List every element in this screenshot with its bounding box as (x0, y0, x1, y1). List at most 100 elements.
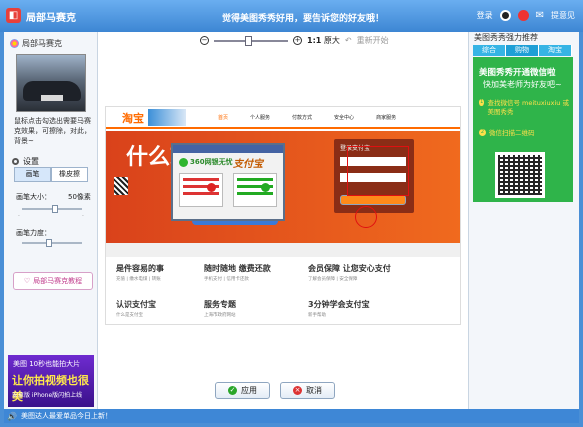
tool-tabs: 画笔 橡皮擦 (14, 167, 88, 182)
zoom-in-icon[interactable]: + (293, 36, 302, 45)
real-site-pane (233, 173, 277, 207)
title-actions: 登录 ✉ 提意见 (477, 10, 575, 21)
step-text: 微信扫描二维码 (489, 129, 535, 137)
promo-step: 1 查找微信号 meituxiuxiu 或 美图秀秀 (479, 99, 573, 117)
brush-strength-label: 画笔力度： (16, 229, 51, 237)
status-bar[interactable]: 🔊 美图达人最爱单品今日上新！ (4, 409, 579, 423)
site-nav-item: 首页 (218, 115, 229, 121)
panel-header: 局部马赛克 (10, 38, 62, 49)
check-icon: ✓ (228, 386, 237, 395)
speaker-icon: 🔊 (7, 411, 17, 421)
wechat-promo[interactable]: 美图秀秀开通微信啦 快加美老师为好友吧~ 1 查找微信号 meituxiuxiu … (473, 57, 573, 202)
step-text: 查找微信号 meituxiuxiu 或 美图秀秀 (487, 99, 569, 116)
site-nav-item: 付款方式 (292, 115, 313, 121)
security-dialog-image: 360网银无忧 支付宝 (171, 143, 285, 221)
wechat-qr-code (495, 152, 545, 198)
ad-line-3: 安卓版 iPhone版闪拍上线 (12, 392, 83, 399)
status-text: 美图达人最爱单品今日上新！ (20, 412, 112, 420)
reset-button[interactable]: 重新开始 (357, 35, 389, 46)
feature-item: 认识支付宝什么是支付宝 (116, 299, 156, 318)
close-icon: × (293, 386, 302, 395)
site-nav-item: 商家服务 (376, 115, 397, 121)
tab-general[interactable]: 综合 (473, 45, 506, 56)
feature-item: 3分钟学会支付宝 新手帮助 (308, 299, 370, 318)
actual-size-label: 原大 (323, 36, 340, 45)
feature-sub: 手机支付 | 信用卡还款 (204, 277, 249, 282)
promo-text[interactable]: 觉得美图秀秀好用，要告诉您的好友哦！ (222, 11, 384, 24)
brush-size-knob[interactable] (52, 205, 58, 213)
qr-code-icon (114, 177, 128, 195)
brush-size-label: 画笔大小： (16, 193, 51, 201)
tab-eraser[interactable]: 橡皮擦 (51, 167, 88, 182)
site-nav: 淘宝 首页 个人服务 付款方式 安全中心 商家服务 (106, 107, 460, 129)
ad-line-2: 让你拍视频也很美 (12, 374, 89, 403)
feature-item: 是件容易的事 充值 | 缴水电煤 | 转账 (116, 263, 164, 282)
brush-cursor (355, 206, 377, 228)
alipay-logo: 支付宝 (233, 159, 263, 170)
fake-site-pane (179, 173, 223, 207)
mosaic-selection-box (347, 146, 409, 196)
feedback-icon: ✉ (535, 10, 544, 21)
ad-line-1: 美图 10秒也能拍大片 (13, 360, 81, 368)
apply-label: 应用 (241, 386, 257, 395)
promo-title: 美图秀秀开通微信啦 (479, 68, 556, 78)
badge-360: 360网银无忧 (179, 157, 233, 167)
feature-title: 是件容易的事 (116, 264, 164, 273)
tutorial-button[interactable]: ♡ 局部马赛克教程 (13, 272, 93, 290)
tab-taobao[interactable]: 淘宝 (539, 45, 572, 56)
divider-strip (106, 243, 460, 257)
site-banner-image (148, 109, 186, 126)
flower-icon (10, 39, 19, 48)
step-number-icon: 2 (479, 129, 486, 136)
site-nav-item: 安全中心 (334, 115, 355, 121)
actual-size-ratio: 1:1 (307, 36, 322, 45)
canvas-toolbar: − + 1:1 原大 ↶ 重新开始 (200, 35, 389, 46)
shield-icon (179, 157, 188, 167)
actual-size-button[interactable]: 1:1 原大 (307, 35, 340, 46)
dialog-bar (173, 145, 283, 153)
feature-title: 认识支付宝 (116, 300, 156, 309)
weibo-icon[interactable] (517, 10, 529, 21)
zoom-slider[interactable] (214, 35, 288, 46)
feedback-link[interactable]: 提意见 (551, 10, 575, 21)
brush-size-slider[interactable] (22, 205, 82, 213)
gear-icon (12, 158, 19, 165)
image-canvas[interactable]: 淘宝 首页 个人服务 付款方式 安全中心 商家服务 什么就有什么 360网银无忧… (99, 50, 467, 385)
brush-size-value: 50像素 (68, 193, 91, 201)
window-title: 局部马赛克 (26, 13, 76, 24)
site-logo: 淘宝 (122, 112, 144, 125)
feature-item: 服务专题 上海市政府网站 (204, 299, 236, 318)
tutorial-label: 局部马赛克教程 (33, 277, 83, 285)
main-client: 局部马赛克 鼠标点击勾选出需要马赛克效果，可擦除，对此，背景~ 设置 画笔 橡皮… (4, 32, 579, 409)
apply-button[interactable]: ✓ 应用 (215, 382, 270, 399)
ad-banner[interactable]: 美图 10秒也能拍大片 让你拍视频也很美 安卓版 iPhone版闪拍上线 (8, 355, 94, 407)
app-logo-icon: ◧ (6, 8, 21, 23)
tab-shopping[interactable]: 购物 (506, 45, 539, 56)
tab-brush[interactable]: 画笔 (14, 167, 51, 182)
promo-subtitle: 快加美老师为好友吧~ (483, 80, 562, 89)
reset-icon: ↶ (344, 36, 352, 45)
feature-sub: 什么是支付宝 (116, 313, 143, 318)
effect-preview-thumbnail (16, 54, 86, 112)
right-panel: 美图秀秀强力推荐 综合 购物 淘宝 美图秀秀开通微信啦 快加美老师为好友吧~ 1… (468, 32, 579, 409)
qr-pattern (498, 155, 542, 195)
qq-icon[interactable] (499, 10, 511, 21)
edited-image[interactable]: 淘宝 首页 个人服务 付款方式 安全中心 商家服务 什么就有什么 360网银无忧… (105, 106, 461, 325)
feature-item: 会员保障 让您安心支付 了解会员保障 | 安全保障 (308, 263, 391, 282)
left-panel: 局部马赛克 鼠标点击勾选出需要马赛克效果，可擦除，对此，背景~ 设置 画笔 橡皮… (4, 32, 98, 409)
panel-title: 局部马赛克 (22, 39, 62, 48)
settings-title: 设置 (23, 157, 39, 166)
brush-strength-knob[interactable] (46, 239, 52, 247)
feature-item: 随时随地 缴费还款 手机支付 | 信用卡还款 (204, 263, 271, 282)
zoom-out-icon[interactable]: − (200, 36, 209, 45)
promo-step: 2 微信扫描二维码 (479, 129, 535, 138)
zoom-knob[interactable] (245, 35, 252, 46)
recommend-tabs: 综合 购物 淘宝 (473, 45, 572, 56)
site-nav-list: 首页 个人服务 付款方式 安全中心 商家服务 (218, 114, 396, 121)
cross-icon (207, 183, 216, 192)
feature-sub: 了解会员保障 | 安全保障 (308, 277, 358, 282)
login-link[interactable]: 登录 (477, 10, 493, 21)
feature-title: 服务专题 (204, 300, 236, 309)
brush-strength-slider[interactable] (22, 239, 82, 247)
cancel-button[interactable]: × 取消 (280, 382, 335, 399)
